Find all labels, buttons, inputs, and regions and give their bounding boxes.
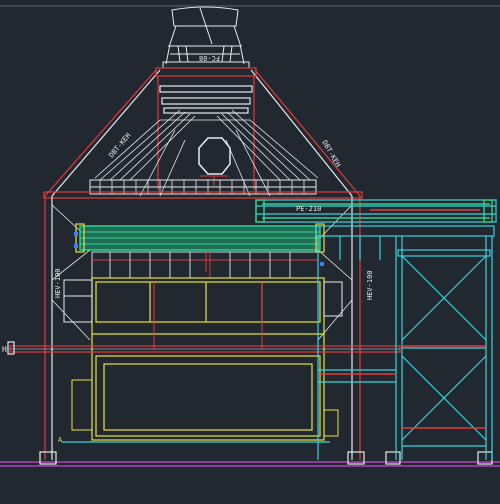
yellow-housing [91, 277, 325, 441]
opening-center-mark [200, 175, 228, 186]
riser-label-right: HEV-100 [366, 270, 374, 300]
tube-bundle [91, 251, 319, 279]
pipe-main-label: PE-210 [296, 205, 321, 213]
right-green-pipe [255, 199, 493, 223]
octagonal-opening [198, 137, 231, 175]
left-marker-label: H [2, 345, 7, 354]
fan-tag-label: FC-08 [199, 54, 220, 62]
duct-label-right: DBT-KEH [320, 139, 342, 169]
base-marker-label: A [58, 436, 63, 444]
hood-frame [44, 67, 361, 197]
riser-label-left: HEV-100 [54, 268, 62, 298]
cad-elevation-drawing: FC-08 DBT-KEH DBT-KEH HEV-100 HEV-100 H … [0, 5, 500, 467]
right-side-equipment [323, 281, 343, 437]
main-top-beam [43, 191, 363, 199]
left-side-equipment [63, 279, 93, 431]
green-coil-drum [75, 223, 325, 253]
mid-level-beams [7, 341, 401, 355]
cad-drawing-viewport[interactable]: FC-08 DBT-KEH DBT-KEH HEV-100 HEV-100 H … [0, 0, 500, 500]
